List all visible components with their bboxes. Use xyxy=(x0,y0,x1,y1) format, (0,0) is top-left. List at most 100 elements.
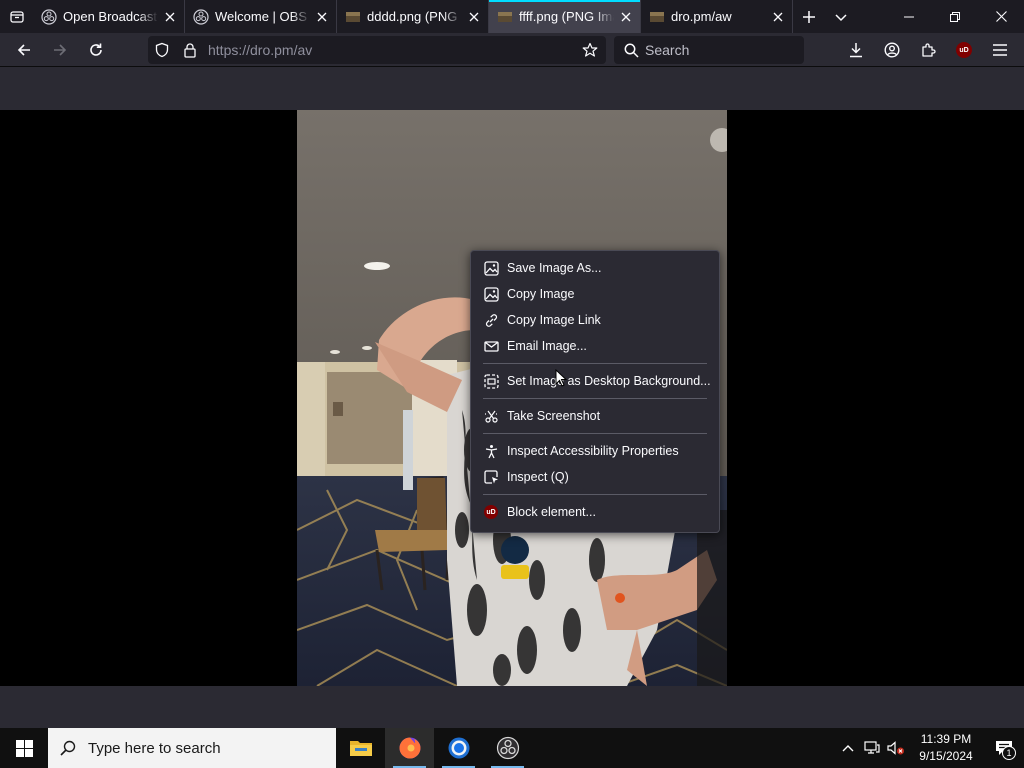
menu-item-label: Save Image As... xyxy=(507,261,602,275)
menu-item-label: Block element... xyxy=(507,505,596,519)
menu-separator xyxy=(483,363,707,364)
menu-separator xyxy=(483,494,707,495)
search-icon xyxy=(624,43,639,58)
system-tray: 11:39 PM 9/15/2024 1 xyxy=(836,728,1024,768)
desktop-background-icon xyxy=(482,372,500,390)
link-icon xyxy=(482,311,500,329)
tracking-protection-shield-icon[interactable] xyxy=(148,36,176,64)
content-top-band xyxy=(0,67,1024,110)
close-window-button[interactable] xyxy=(978,0,1024,33)
window-controls xyxy=(886,0,1024,33)
address-bar[interactable]: https://dro.pm/av xyxy=(148,36,606,64)
taskbar-file-explorer[interactable] xyxy=(336,728,385,768)
tab-title: dddd.png (PNG Im xyxy=(367,9,462,24)
reload-icon xyxy=(90,43,102,56)
firefox-view-button[interactable] xyxy=(0,0,33,33)
tab-welcome-obs[interactable]: Welcome | OBS xyxy=(185,0,337,33)
clock-time: 11:39 PM xyxy=(920,732,972,746)
content-bottom-band xyxy=(0,686,1024,728)
downloads-button[interactable] xyxy=(838,34,874,66)
forward-button[interactable] xyxy=(42,34,78,66)
close-icon[interactable] xyxy=(162,9,178,25)
account-icon xyxy=(884,42,900,58)
list-all-tabs-button[interactable] xyxy=(825,0,857,33)
close-icon[interactable] xyxy=(466,9,482,25)
screenshot-icon xyxy=(482,407,500,425)
menu-item-set-desktop-background[interactable]: Set Image as Desktop Background... xyxy=(471,368,719,394)
mouse-cursor-icon xyxy=(555,369,567,387)
download-icon xyxy=(850,43,862,58)
menu-item-copy-image-link[interactable]: Copy Image Link xyxy=(471,307,719,333)
back-button[interactable] xyxy=(6,34,42,66)
taskbar-obs[interactable] xyxy=(483,728,532,768)
bookmark-star-icon[interactable] xyxy=(576,36,604,64)
obs-icon xyxy=(41,8,57,25)
hamburger-menu-icon xyxy=(993,44,1007,56)
inspect-icon xyxy=(482,468,500,486)
arrow-left-icon xyxy=(17,43,30,56)
ublock-origin-button[interactable]: uD xyxy=(946,34,982,66)
notification-center-button[interactable]: 1 xyxy=(984,728,1024,768)
volume-button[interactable] xyxy=(884,728,908,768)
close-icon[interactable] xyxy=(618,9,634,25)
image-icon xyxy=(482,285,500,303)
menu-item-inspect-accessibility[interactable]: Inspect Accessibility Properties xyxy=(471,438,719,464)
accessibility-icon xyxy=(482,442,500,460)
tab-title: dro.pm/aw xyxy=(671,9,732,24)
taskbar-chrome[interactable] xyxy=(434,728,483,768)
new-tab-button[interactable] xyxy=(793,0,825,33)
reload-button[interactable] xyxy=(78,34,114,66)
url-text[interactable]: https://dro.pm/av xyxy=(204,42,576,58)
envelope-icon xyxy=(482,337,500,355)
tab-dddd-png[interactable]: dddd.png (PNG Im xyxy=(337,0,489,33)
image-icon xyxy=(345,9,361,25)
ublock-icon: uD xyxy=(482,503,500,521)
menu-item-label: Take Screenshot xyxy=(507,409,601,423)
menu-item-label: Copy Image Link xyxy=(507,313,601,327)
menu-item-label: Set Image as Desktop Background... xyxy=(507,374,711,388)
taskbar-search-placeholder: Type here to search xyxy=(88,739,221,757)
lock-icon[interactable] xyxy=(176,36,204,64)
puzzle-piece-icon xyxy=(922,43,936,57)
tab-dro-pm-aw[interactable]: dro.pm/aw xyxy=(641,0,793,33)
windows-logo-icon xyxy=(15,739,33,757)
account-button[interactable] xyxy=(874,34,910,66)
restore-icon xyxy=(950,11,960,22)
tab-open-broadcaster[interactable]: Open Broadcaster xyxy=(33,0,185,33)
search-icon xyxy=(48,740,88,756)
taskbar-firefox[interactable] xyxy=(385,728,434,768)
image-icon xyxy=(649,9,665,25)
show-hidden-icons-button[interactable] xyxy=(836,728,860,768)
tab-strip: Open Broadcaster Welcome | OBS dddd.png … xyxy=(0,0,1024,33)
minimize-button[interactable] xyxy=(886,0,932,33)
menu-item-save-image-as[interactable]: Save Image As... xyxy=(471,255,719,281)
search-placeholder: Search xyxy=(645,42,690,58)
menu-item-inspect[interactable]: Inspect (Q) xyxy=(471,464,719,490)
menu-item-label: Email Image... xyxy=(507,339,587,353)
menu-item-block-element[interactable]: uD Block element... xyxy=(471,499,719,525)
tab-ffff-png[interactable]: ffff.png (PNG Imag xyxy=(489,0,641,33)
app-menu-button[interactable] xyxy=(982,34,1018,66)
menu-item-take-screenshot[interactable]: Take Screenshot xyxy=(471,403,719,429)
close-icon[interactable] xyxy=(770,9,786,25)
restore-button[interactable] xyxy=(932,0,978,33)
ublock-icon: uD xyxy=(956,42,972,58)
taskbar-search-box[interactable]: Type here to search xyxy=(48,728,336,768)
toolbar-right: uD xyxy=(838,34,1018,66)
search-bar[interactable]: Search xyxy=(614,36,804,64)
start-button[interactable] xyxy=(0,728,48,768)
menu-item-email-image[interactable]: Email Image... xyxy=(471,333,719,359)
plus-icon xyxy=(803,10,815,23)
taskbar-clock[interactable]: 11:39 PM 9/15/2024 xyxy=(908,731,984,765)
chrome-icon xyxy=(448,737,469,759)
extensions-button[interactable] xyxy=(910,34,946,66)
file-explorer-icon xyxy=(349,741,372,756)
close-icon[interactable] xyxy=(314,9,330,25)
network-status-button[interactable] xyxy=(860,728,884,768)
clock-date: 9/15/2024 xyxy=(919,749,973,763)
menu-item-copy-image[interactable]: Copy Image xyxy=(471,281,719,307)
chevron-down-icon xyxy=(835,13,847,21)
minimize-icon xyxy=(904,16,914,17)
menu-item-label: Copy Image xyxy=(507,287,575,301)
tab-title: Open Broadcaster xyxy=(63,9,158,24)
